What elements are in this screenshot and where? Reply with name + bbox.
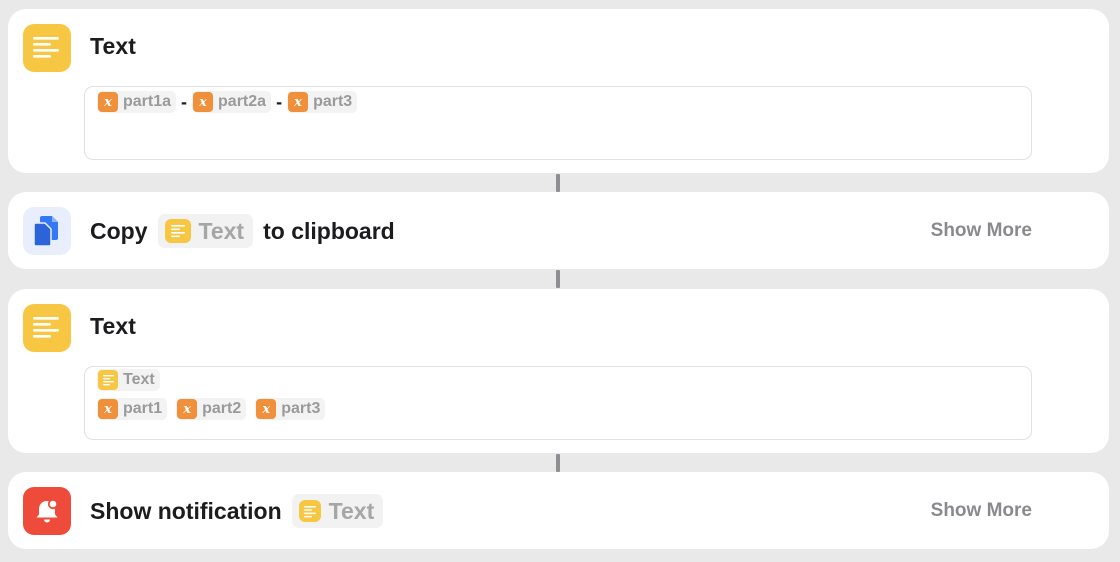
variable-label: part3 <box>281 400 321 417</box>
text-input-field[interactable]: Text x part1 x part2 x part3 <box>84 366 1032 440</box>
variable-x-icon: x <box>193 92 214 112</box>
pill-label: Text <box>198 217 245 244</box>
text-lines-icon <box>298 500 321 522</box>
variable-token-part3[interactable]: x part3 <box>287 91 358 113</box>
text-action-card-2[interactable]: Text Text x part1 x part2 x part3 <box>8 289 1109 453</box>
variable-token-part2[interactable]: x part2 <box>176 398 247 420</box>
variable-x-icon: x <box>98 92 118 112</box>
variable-x-icon: x <box>256 399 277 419</box>
variable-token-part2a[interactable]: x part2a <box>192 91 272 113</box>
pill-label: Text <box>328 497 375 524</box>
text-variable-pill[interactable]: Text <box>157 214 254 248</box>
text-input-field[interactable]: x part1a - x part2a - x part3 <box>84 86 1032 160</box>
variable-label: part1 <box>123 400 163 417</box>
notification-action-card[interactable]: Show notification Text Show More <box>8 472 1109 549</box>
variable-x-icon: x <box>288 92 309 112</box>
variable-token-part1a[interactable]: x part1a <box>97 91 177 113</box>
show-more-button[interactable]: Show More <box>931 500 1032 522</box>
document-copy-icon <box>23 207 71 255</box>
variable-label: part1a <box>123 93 172 110</box>
variable-x-icon: x <box>177 399 198 419</box>
action-verb: Show notification <box>90 497 282 524</box>
action-connector <box>556 454 560 472</box>
separator-text: - <box>276 91 283 112</box>
action-title: Text <box>90 33 136 59</box>
text-lines-icon <box>23 24 71 72</box>
separator-text: - <box>181 91 188 112</box>
action-suffix: to clipboard <box>263 217 395 244</box>
text-lines-icon <box>23 304 71 352</box>
variable-x-icon: x <box>98 399 118 419</box>
variable-token-part3[interactable]: x part3 <box>255 398 326 420</box>
variable-token-part1[interactable]: x part1 <box>97 398 168 420</box>
copy-action-card[interactable]: Copy Text to clipboard Show More <box>8 192 1109 269</box>
action-verb: Copy <box>90 217 148 244</box>
bell-badge-icon <box>23 487 71 535</box>
action-title: Text <box>90 313 136 339</box>
action-connector <box>556 270 560 288</box>
text-variable-pill[interactable]: Text <box>291 494 384 528</box>
variable-label: part3 <box>313 93 353 110</box>
text-action-card-1[interactable]: Text x part1a - x part2a - x part3 <box>8 9 1109 173</box>
variable-label: part2a <box>218 93 267 110</box>
variable-label: Text <box>123 371 155 388</box>
variable-label: part2 <box>202 400 242 417</box>
action-connector <box>556 174 560 192</box>
text-lines-icon <box>164 219 191 243</box>
text-variable-token[interactable]: Text <box>97 369 160 391</box>
show-more-button[interactable]: Show More <box>931 220 1032 242</box>
text-lines-icon <box>98 370 118 390</box>
